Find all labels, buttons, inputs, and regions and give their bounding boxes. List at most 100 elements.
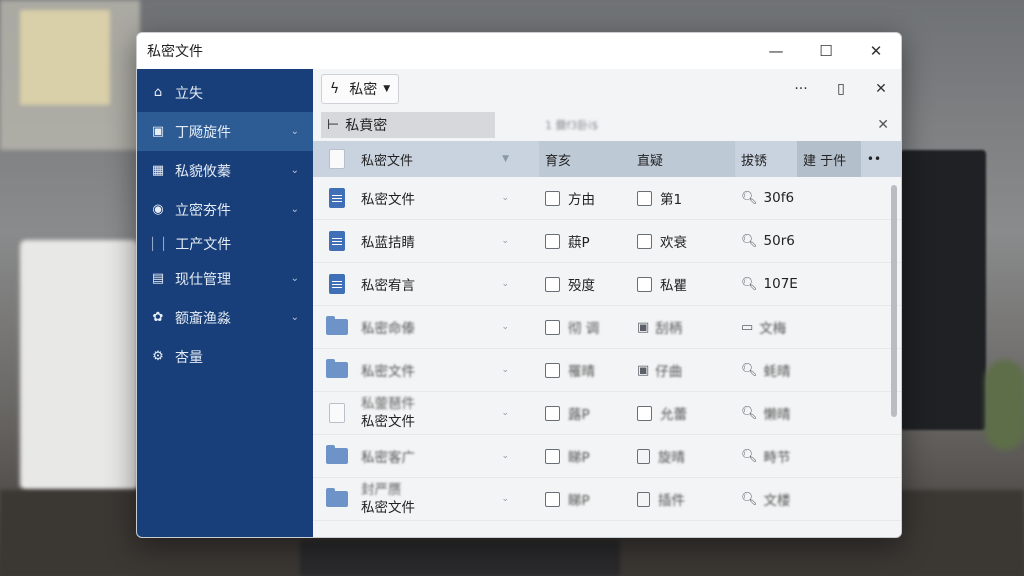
chevron-down-icon[interactable]: ⌄ bbox=[501, 494, 509, 504]
more-options-icon[interactable]: ··· bbox=[781, 81, 821, 97]
image-icon: ▣ bbox=[637, 319, 650, 335]
cell-a: 睇P bbox=[568, 450, 590, 466]
sidebar-item[interactable]: ▤ 现仕管理 ⌄ bbox=[137, 259, 313, 298]
checkbox[interactable] bbox=[545, 362, 560, 378]
bell-icon[interactable]: ▯ bbox=[821, 81, 861, 97]
cell-b: 旋晴 bbox=[658, 450, 685, 466]
header-col-b[interactable]: 直疑 bbox=[631, 141, 735, 177]
checkbox[interactable] bbox=[637, 190, 652, 206]
caret-down-icon: ▼ bbox=[383, 84, 391, 94]
sidebar-item-label: 私貌攸蓁 bbox=[175, 163, 231, 180]
search-icon: 🔍︎ bbox=[741, 448, 758, 464]
quick-action-label: 私密 bbox=[349, 82, 378, 98]
sidebar-item[interactable]: ✿ 额齑渔淼 ⌄ bbox=[137, 298, 313, 337]
chevron-down-icon[interactable]: ⌄ bbox=[501, 365, 509, 375]
table-row[interactable]: 私蓝拮睛 ⌄ 蕻P 欢衰 🔍︎ 50r6 bbox=[313, 220, 901, 263]
checkbox[interactable] bbox=[545, 233, 560, 249]
chevron-down-icon: ⌄ bbox=[290, 204, 299, 215]
chevron-down-icon[interactable]: ⌄ bbox=[501, 451, 509, 461]
sidebar-item-label: 额齑渔淼 bbox=[175, 310, 231, 327]
checkbox[interactable] bbox=[545, 190, 560, 206]
table-row[interactable]: 私密宥言 ⌄ 殁度 私瞿 🔍︎ 107E bbox=[313, 263, 901, 306]
settings-icon: ⚙ bbox=[152, 349, 164, 364]
checkbox[interactable] bbox=[545, 319, 560, 335]
header-col-c[interactable]: 拔锈 bbox=[735, 141, 797, 177]
table-body: 私密文件 ⌄ 方由 第1 🔍︎ 30f6 私蓝拮睛 ⌄ 蕻P 欢衰 🔍︎ 50r6 私密宥言 ⌄ 殁度 私瞿 🔍… bbox=[313, 177, 901, 521]
file-name: 私密文件 bbox=[361, 364, 415, 380]
checkbox[interactable] bbox=[637, 276, 652, 292]
background-monitor bbox=[900, 150, 986, 430]
file-name: 私蓝拮睛 bbox=[361, 235, 415, 251]
search-icon: 🔍︎ bbox=[741, 405, 758, 421]
blank-file-icon bbox=[329, 403, 345, 423]
sidebar-item-label: 丁飏旋件 bbox=[175, 124, 231, 141]
file-name: 私密宥言 bbox=[361, 278, 415, 294]
cell-a: 罹晴 bbox=[568, 364, 595, 380]
chevron-down-icon[interactable]: ⌄ bbox=[501, 279, 509, 289]
sidebar-item[interactable]: ⚙ 杏量 bbox=[137, 337, 313, 376]
search-icon: 🔍︎ bbox=[741, 491, 758, 507]
table-row[interactable]: 私密命傣 ⌄ 彻 调 ▣ 刮柄 ▭ 文梅 bbox=[313, 306, 901, 349]
chevron-down-icon: ⌄ bbox=[290, 312, 299, 323]
cell-c: 畤节 bbox=[763, 450, 791, 466]
sidebar-item-label: 杏量 bbox=[175, 349, 203, 366]
checkbox[interactable] bbox=[545, 276, 560, 292]
header-name-label: 私密文件 bbox=[361, 153, 414, 169]
sidebar-item[interactable]: ◉ 立密夯件 ⌄ bbox=[137, 190, 313, 229]
header-name[interactable]: 私密文件 ▼ bbox=[313, 149, 539, 169]
vertical-scrollbar[interactable] bbox=[891, 185, 897, 417]
checkbox[interactable] bbox=[637, 405, 652, 421]
cell-a: 蕻P bbox=[568, 235, 590, 251]
cell-b: 第1 bbox=[660, 192, 683, 208]
chevron-down-icon[interactable]: ⌄ bbox=[501, 236, 509, 246]
checkbox[interactable] bbox=[637, 233, 652, 249]
file-name: 私密文件 bbox=[361, 500, 415, 516]
table-row[interactable]: 私密客广 ⌄ 睇P 旋晴 🔍︎ 畤节 bbox=[313, 435, 901, 478]
checkbox[interactable] bbox=[545, 491, 560, 507]
path-input[interactable]: ⊢ 私賁密 bbox=[321, 112, 495, 138]
window-title: 私密文件 bbox=[147, 44, 203, 60]
maximize-button[interactable]: ☐ bbox=[801, 33, 851, 69]
title-bar: 私密文件 — ☐ ✕ bbox=[137, 33, 901, 69]
folder-icon bbox=[326, 316, 348, 335]
sidebar-subitem[interactable]: │ │ 工产文件 bbox=[137, 229, 313, 259]
clear-path-icon[interactable]: ✕ bbox=[877, 117, 889, 133]
checkbox[interactable] bbox=[545, 448, 560, 464]
chevron-down-icon[interactable]: ⌄ bbox=[501, 408, 509, 418]
chevron-down-icon[interactable]: ⌄ bbox=[501, 193, 509, 203]
close-window-button[interactable]: ✕ bbox=[851, 33, 901, 69]
background-sticky-note bbox=[20, 10, 110, 105]
sidebar: ⌂ 立失 ▣ 丁飏旋件 ⌄ ▦ 私貌攸蓁 ⌄ ◉ 立密夯件 ⌄ │ │ 工产文件 ▤ 现仕管理 ⌄ ✿ 额齑渔淼 ⌄… bbox=[137, 69, 313, 537]
header-more-icon[interactable]: •• bbox=[861, 152, 887, 166]
minimize-button[interactable]: — bbox=[751, 33, 801, 69]
header-col-a[interactable]: 育亥 bbox=[539, 141, 631, 177]
tree-line-icon: │ │ bbox=[149, 237, 168, 251]
quick-action-dropdown[interactable]: ϟ 私密 ▼ bbox=[321, 74, 400, 104]
chevron-down-icon[interactable]: ⌄ bbox=[501, 322, 509, 332]
sidebar-item[interactable]: ▦ 私貌攸蓁 ⌄ bbox=[137, 151, 313, 190]
sidebar-item[interactable]: ▣ 丁飏旋件 ⌄ bbox=[137, 112, 313, 151]
cell-c: 50r6 bbox=[763, 233, 795, 249]
header-col-d[interactable]: 建 于件 bbox=[797, 141, 861, 177]
cell-c: 107E bbox=[763, 276, 797, 292]
cell-c: 30f6 bbox=[763, 190, 795, 206]
document-icon bbox=[329, 274, 345, 294]
close-panel-icon[interactable]: ✕ bbox=[861, 81, 901, 97]
file-name: 私密命傣 bbox=[361, 321, 415, 337]
table-row[interactable]: 私密文件 ⌄ 罹晴 ▣ 仔曲 🔍︎ 蚝晴 bbox=[313, 349, 901, 392]
file-name-secondary: 封严赝 bbox=[361, 482, 402, 498]
cell-c: 文梅 bbox=[759, 321, 787, 337]
sidebar-item[interactable]: ⌂ 立失 bbox=[137, 73, 313, 112]
checkbox[interactable] bbox=[545, 405, 560, 421]
sidebar-item-label: 立密夯件 bbox=[175, 202, 231, 219]
file-icon bbox=[329, 149, 345, 169]
table-row[interactable]: 私密文件 ⌄ 方由 第1 🔍︎ 30f6 bbox=[313, 177, 901, 220]
cell-a: 蕗P bbox=[568, 407, 590, 423]
path-marker-icon: ⊢ bbox=[327, 117, 340, 133]
folder-icon bbox=[326, 488, 348, 507]
chevron-down-icon: ⌄ bbox=[290, 273, 299, 284]
table-row[interactable]: 封严赝 私密文件 ⌄ 睇P 插件 🔍︎ 文楼 bbox=[313, 478, 901, 521]
document-icon bbox=[329, 231, 345, 251]
table-row[interactable]: 私蓥琶件 私密文件 ⌄ 蕗P 允蕾 🔍︎ 懒晴 bbox=[313, 392, 901, 435]
path-bar: ⊢ 私賁密 1 爨f3卧i$ ✕ bbox=[313, 109, 901, 141]
